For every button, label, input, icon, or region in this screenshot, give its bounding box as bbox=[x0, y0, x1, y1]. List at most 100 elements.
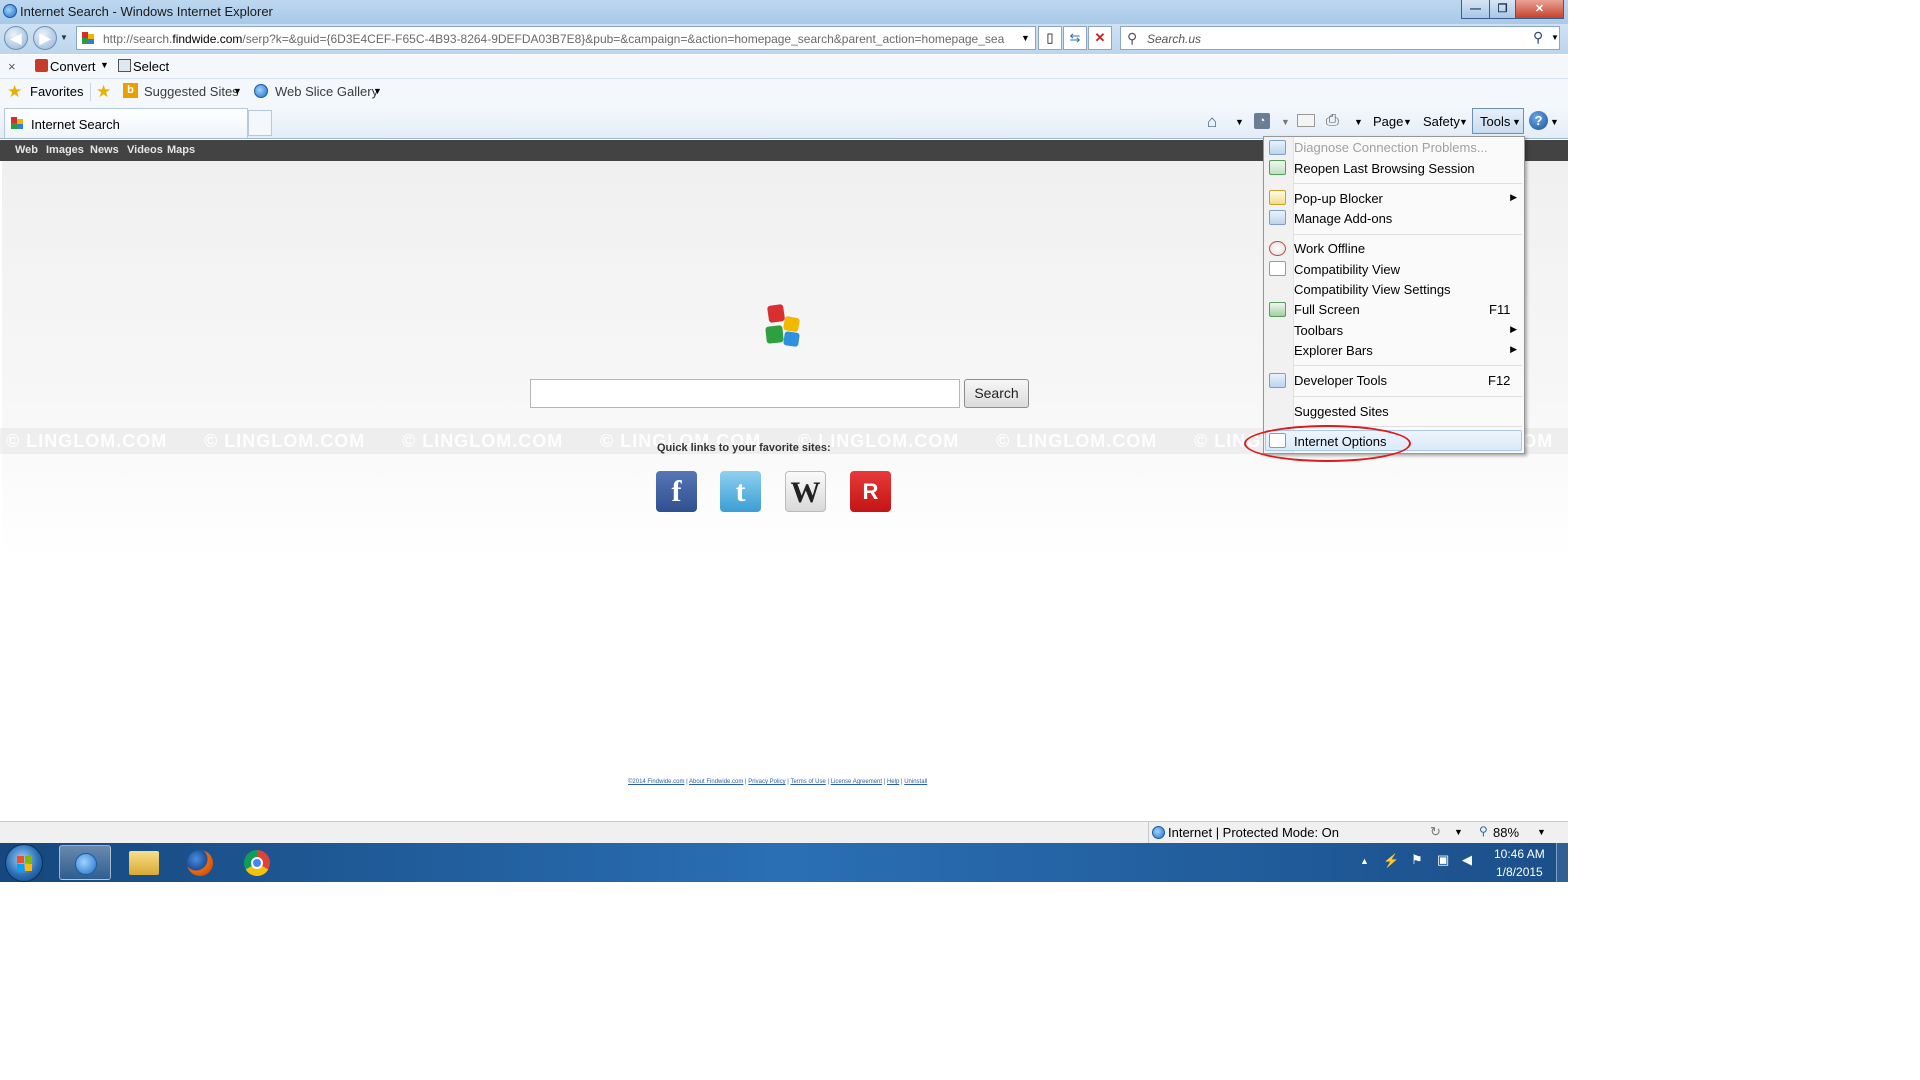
menu-item-toolbars[interactable]: Toolbars bbox=[1294, 323, 1343, 338]
address-url[interactable]: http://search.findwide.com/serp?k=&guid=… bbox=[103, 32, 1015, 46]
new-tab-button[interactable] bbox=[248, 110, 272, 136]
network-icon[interactable]: ▣ bbox=[1437, 852, 1449, 868]
close-window-button[interactable]: ✕ bbox=[1515, 0, 1564, 19]
menu-item-reopen-session[interactable]: Reopen Last Browsing Session bbox=[1294, 161, 1475, 176]
suggested-sites-link[interactable]: Suggested Sites bbox=[144, 84, 239, 99]
security-zone-label[interactable]: Internet | Protected Mode: On bbox=[1168, 825, 1339, 840]
action-center-icon[interactable]: ⚑ bbox=[1411, 852, 1423, 868]
compatibility-view-menu-icon bbox=[1269, 261, 1286, 276]
taskbar-ie-button[interactable] bbox=[59, 845, 111, 880]
menu-item-diagnose-connection[interactable]: Diagnose Connection Problems... bbox=[1294, 140, 1488, 155]
convert-dropdown-icon[interactable]: ▼ bbox=[100, 60, 109, 70]
taskbar-firefox-button[interactable] bbox=[174, 845, 226, 880]
zoom-level[interactable]: 88% bbox=[1493, 825, 1519, 840]
menu-item-work-offline[interactable]: Work Offline bbox=[1294, 241, 1365, 256]
select-button[interactable]: Select bbox=[133, 59, 169, 74]
search-placeholder: Search.us bbox=[1147, 32, 1202, 46]
forward-button[interactable]: ▶ bbox=[33, 26, 57, 50]
tab-internet-search[interactable]: Internet Search bbox=[4, 108, 248, 138]
search-options-icon[interactable]: ▼ bbox=[1551, 33, 1559, 42]
footer-link[interactable]: License Agreement bbox=[831, 779, 882, 785]
footer-link[interactable]: Uninstall bbox=[904, 779, 927, 785]
footer-link[interactable]: Privacy Policy bbox=[748, 779, 785, 785]
menu-item-suggested-sites[interactable]: Suggested Sites bbox=[1294, 404, 1389, 419]
page-menu-button[interactable]: Page bbox=[1373, 114, 1403, 129]
convert-button[interactable]: Convert bbox=[50, 59, 96, 74]
facebook-link-icon[interactable]: f bbox=[656, 471, 697, 512]
feeds-dropdown-icon[interactable]: ▼ bbox=[1281, 117, 1290, 127]
firefox-icon bbox=[187, 850, 213, 876]
address-dropdown-icon[interactable]: ▼ bbox=[1021, 33, 1030, 43]
refresh-icon[interactable]: ⇆ bbox=[1063, 26, 1087, 50]
menu-item-manage-addons[interactable]: Manage Add-ons bbox=[1294, 211, 1392, 226]
safety-dropdown-icon[interactable]: ▼ bbox=[1459, 117, 1468, 127]
show-hidden-icons[interactable]: ▲ bbox=[1360, 856, 1369, 866]
web-search-input[interactable] bbox=[530, 379, 960, 408]
wikipedia-link-icon[interactable]: W bbox=[785, 471, 826, 512]
internet-zone-icon bbox=[1152, 826, 1165, 839]
help-icon[interactable]: ? bbox=[1529, 111, 1548, 130]
twitter-link-icon[interactable]: t bbox=[720, 471, 761, 512]
taskbar-explorer-button[interactable] bbox=[117, 845, 169, 880]
menu-item-popup-blocker[interactable]: Pop-up Blocker bbox=[1294, 191, 1383, 206]
nav-web[interactable]: Web bbox=[15, 144, 38, 156]
menu-item-developer-tools[interactable]: Developer Tools bbox=[1294, 373, 1387, 388]
stop-icon[interactable]: ✕ bbox=[1088, 26, 1112, 50]
recent-pages-dropdown-icon[interactable]: ▼ bbox=[60, 33, 68, 42]
favorites-button[interactable]: Favorites bbox=[30, 84, 83, 99]
compatibility-view-icon[interactable]: ▯ bbox=[1038, 26, 1062, 50]
web-slice-icon bbox=[254, 84, 268, 98]
menu-item-full-screen[interactable]: Full Screen bbox=[1294, 302, 1360, 317]
footer-link[interactable]: Terms of Use bbox=[790, 779, 825, 785]
help-dropdown-icon[interactable]: ▼ bbox=[1550, 117, 1559, 127]
search-input[interactable]: ⚲ Search.us ⚲ ▼ bbox=[1120, 26, 1560, 50]
back-button[interactable]: ◀ bbox=[4, 26, 28, 50]
add-to-favorites-icon[interactable]: ★ bbox=[96, 82, 111, 102]
web-slice-gallery-link[interactable]: Web Slice Gallery bbox=[275, 84, 378, 99]
nav-videos[interactable]: Videos bbox=[127, 144, 163, 156]
title-bar: Internet Search - Windows Internet Explo… bbox=[0, 0, 1568, 24]
rss-feeds-icon[interactable]: ◔ bbox=[1254, 113, 1270, 129]
maximize-button[interactable]: ❐ bbox=[1489, 0, 1516, 19]
print-dropdown-icon[interactable]: ▼ bbox=[1354, 117, 1363, 127]
footer-link[interactable]: About Findwide.com bbox=[689, 779, 743, 785]
menu-separator bbox=[1294, 365, 1522, 366]
menu-item-compatibility-view-settings[interactable]: Compatibility View Settings bbox=[1294, 282, 1451, 297]
footer-link[interactable]: ©2014 Findwide.com bbox=[628, 779, 684, 785]
popup-dropdown-icon[interactable]: ▼ bbox=[1454, 827, 1463, 837]
popup-status-icon[interactable]: ↻ bbox=[1430, 824, 1441, 840]
menu-item-explorer-bars[interactable]: Explorer Bars bbox=[1294, 343, 1373, 358]
search-icon[interactable]: ⚲ bbox=[1533, 29, 1543, 46]
zoom-dropdown-icon[interactable]: ▼ bbox=[1537, 827, 1546, 837]
clock-time[interactable]: 10:46 AM bbox=[1494, 847, 1545, 861]
home-dropdown-icon[interactable]: ▼ bbox=[1235, 117, 1244, 127]
nav-news[interactable]: News bbox=[90, 144, 119, 156]
close-toolbar-icon[interactable]: × bbox=[8, 59, 16, 74]
nav-maps[interactable]: Maps bbox=[167, 144, 195, 156]
status-divider bbox=[1148, 822, 1149, 843]
minimize-button[interactable]: — bbox=[1461, 0, 1490, 19]
tray-app-icon[interactable]: ⚡ bbox=[1383, 853, 1399, 869]
home-icon[interactable]: ⌂ bbox=[1207, 112, 1217, 132]
start-button[interactable] bbox=[5, 844, 43, 882]
volume-icon[interactable]: ◀ bbox=[1462, 852, 1472, 868]
read-mail-icon[interactable] bbox=[1297, 114, 1315, 127]
page-dropdown-icon[interactable]: ▼ bbox=[1403, 117, 1412, 127]
suggested-sites-icon: b bbox=[123, 83, 138, 98]
show-desktop-button[interactable] bbox=[1556, 843, 1568, 882]
safety-menu-button[interactable]: Safety bbox=[1423, 114, 1460, 129]
web-slice-dropdown-icon[interactable]: ▼ bbox=[373, 86, 382, 96]
suggested-sites-dropdown-icon[interactable]: ▼ bbox=[233, 86, 242, 96]
taskbar-chrome-button[interactable] bbox=[231, 845, 283, 880]
print-icon[interactable]: ⎙ bbox=[1326, 112, 1339, 130]
findwide-logo bbox=[765, 304, 803, 348]
clock-date[interactable]: 1/8/2015 bbox=[1496, 865, 1543, 879]
web-search-button[interactable]: Search bbox=[964, 379, 1029, 408]
nav-images[interactable]: Images bbox=[46, 144, 84, 156]
address-bar[interactable]: http://search.findwide.com/serp?k=&guid=… bbox=[76, 26, 1036, 50]
tools-menu-button[interactable]: Tools ▼ bbox=[1472, 108, 1524, 134]
footer-link[interactable]: Help bbox=[887, 779, 899, 785]
menu-item-compatibility-view[interactable]: Compatibility View bbox=[1294, 262, 1400, 277]
footer-links: ©2014 Findwide.com | About Findwide.com … bbox=[628, 779, 928, 785]
shopping-cart-link-icon[interactable]: R bbox=[850, 471, 891, 512]
